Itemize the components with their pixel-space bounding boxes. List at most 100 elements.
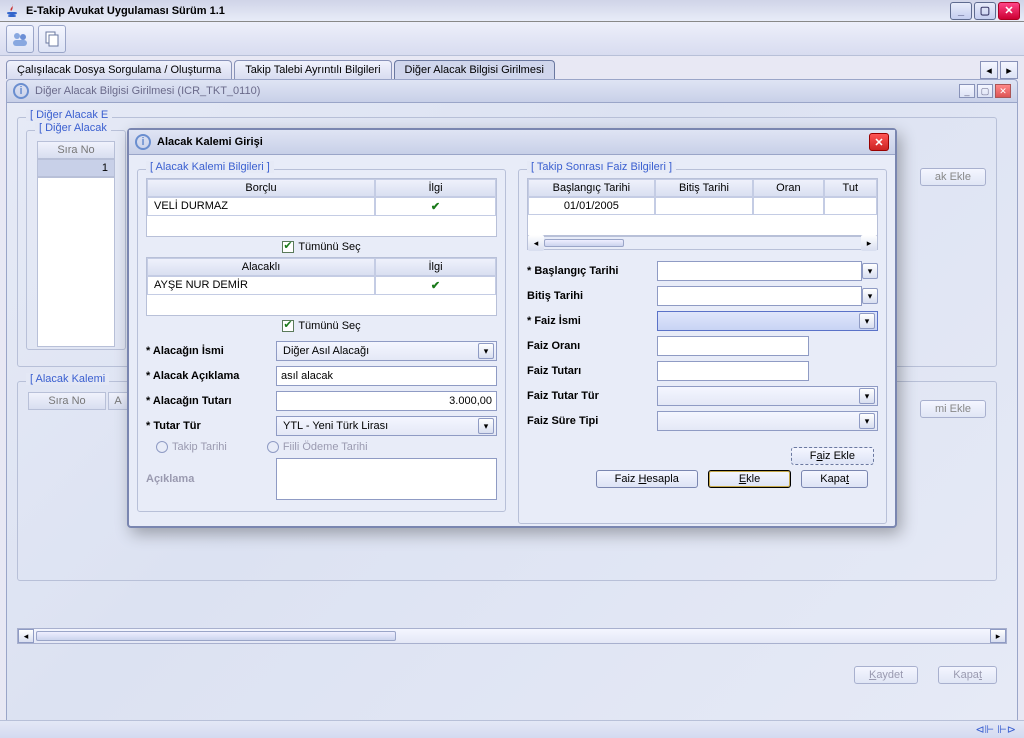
status-bar: ⊲⊩ ⊩⊳ <box>0 720 1024 738</box>
dialog-close-button[interactable]: ✕ <box>869 133 889 151</box>
scroll-thumb[interactable] <box>544 239 624 247</box>
footer-buttons: Kaydet Kapat <box>854 666 997 684</box>
tab-diger-alacak[interactable]: Diğer Alacak Bilgisi Girilmesi <box>394 60 555 79</box>
bitis-input[interactable] <box>657 286 862 306</box>
bg-col-sira: Sıra No <box>37 141 115 159</box>
ilgi-header-1: İlgi <box>375 179 496 197</box>
lbl-alacak-aciklama: * Alacak Açıklama <box>146 370 276 382</box>
lbl-baslangic: * Başlangıç Tarihi <box>527 265 657 277</box>
alacak-aciklama-input[interactable] <box>276 366 497 386</box>
lbl-bitis: Bitiş Tarihi <box>527 290 657 302</box>
chevron-down-icon: ▾ <box>478 418 494 434</box>
bg-ak-ekle-button[interactable]: ak Ekle <box>920 168 986 186</box>
faiz-table-scrollbar[interactable]: ◂ ▸ <box>527 236 878 250</box>
tutar-tur-combo[interactable]: YTL - Yeni Türk Lirası▾ <box>276 416 497 436</box>
tab-dosya-sorgulama[interactable]: Çalışılacak Dosya Sorgulama / Oluşturma <box>6 60 232 79</box>
baslangic-input[interactable] <box>657 261 862 281</box>
lbl-tutar-tur: * Tutar Tür <box>146 420 276 432</box>
window-titlebar: E-Takip Avukat Uygulaması Sürüm 1.1 _ ▢ … <box>0 0 1024 22</box>
tab-nav-next[interactable]: ▸ <box>1000 61 1018 79</box>
close-button[interactable]: ✕ <box>998 2 1020 20</box>
checkbox-icon <box>282 320 294 332</box>
alacagin-tutari-input[interactable] <box>276 391 497 411</box>
lbl-aciklama: Açıklama <box>146 473 276 485</box>
copy-icon <box>43 30 61 48</box>
lbl-faiz-tutari: Faiz Tutarı <box>527 365 657 377</box>
lbl-alacagin-tutari: * Alacağın Tutarı <box>146 395 276 407</box>
date-picker-icon[interactable]: ▾ <box>862 263 878 279</box>
faiz-ekle-button[interactable]: Faiz Ekle <box>791 447 874 465</box>
status-glyph: ⊲⊩ ⊩⊳ <box>975 723 1016 736</box>
bg-legend-2: [ Alacak Kalemi <box>26 373 109 385</box>
alacakli-ilgi-check[interactable]: ✔ <box>375 276 496 295</box>
lbl-faiz-ismi: * Faiz İsmi <box>527 315 657 327</box>
hdr-oran: Oran <box>753 179 823 197</box>
chevron-down-icon: ▾ <box>859 413 875 429</box>
scroll-left-icon[interactable]: ◂ <box>18 629 34 643</box>
dialog-left-column: [ Alacak Kalemi Bilgileri ] Borçlu İlgi … <box>137 163 506 518</box>
bg-horizontal-scrollbar[interactable]: ◂ ▸ <box>17 628 1007 644</box>
dialog-info-icon: i <box>135 134 151 150</box>
lbl-faiz-tutar-tur: Faiz Tutar Tür <box>527 390 657 402</box>
scroll-right-icon[interactable]: ▸ <box>990 629 1006 643</box>
scroll-thumb[interactable] <box>36 631 396 641</box>
scroll-right-icon[interactable]: ▸ <box>861 235 877 251</box>
footer-kaydet-button[interactable]: Kaydet <box>854 666 918 684</box>
faiz-orani-input[interactable] <box>657 336 809 356</box>
lbl-faiz-orani: Faiz Oranı <box>527 340 657 352</box>
faiz-row-tut <box>824 197 877 215</box>
info-icon: i <box>13 83 29 99</box>
borclu-header: Borçlu <box>147 179 375 197</box>
mdi-minimize[interactable]: _ <box>959 84 975 98</box>
chevron-down-icon: ▾ <box>859 313 875 329</box>
bg-col-a: A <box>108 392 128 410</box>
ekle-button[interactable]: Ekle <box>708 470 791 488</box>
tab-takip-talebi[interactable]: Takip Talebi Ayrıntılı Bilgileri <box>234 60 391 79</box>
alacak-kalemi-dialog: i Alacak Kalemi Girişi ✕ [ Alacak Kalemi… <box>127 128 897 528</box>
dialog-right-column: [ Takip Sonrası Faiz Bilgileri ] Başlang… <box>518 163 887 518</box>
mdi-maximize[interactable]: ▢ <box>977 84 993 98</box>
maximize-button[interactable]: ▢ <box>974 2 996 20</box>
faiz-sure-tipi-combo[interactable]: ▾ <box>657 411 878 431</box>
radio-fiili-odeme[interactable]: Fiili Ödeme Tarihi <box>267 441 368 453</box>
borclu-ilgi-check[interactable]: ✔ <box>375 197 496 216</box>
faiz-bilgileri-fieldset: [ Takip Sonrası Faiz Bilgileri ] Başlang… <box>518 169 887 524</box>
faiz-ismi-combo[interactable]: ▾ <box>657 311 878 331</box>
alacakli-table: Alacaklı İlgi AYŞE NUR DEMİR ✔ <box>146 257 497 316</box>
tumunu-sec-2[interactable]: Tümünü Seç <box>146 316 497 336</box>
faiz-tutari-input[interactable] <box>657 361 809 381</box>
bg-mi-ekle-button[interactable]: mi Ekle <box>920 400 986 418</box>
mdi-close[interactable]: ✕ <box>995 84 1011 98</box>
scroll-left-icon[interactable]: ◂ <box>528 235 544 251</box>
bg-row-sira: 1 <box>37 159 115 177</box>
kapat-button[interactable]: Kapat <box>801 470 868 488</box>
lbl-faiz-sure-tipi: Faiz Süre Tipi <box>527 415 657 427</box>
bg-ak-ekle-wrap: ak Ekle <box>920 168 986 186</box>
hdr-bitis: Bitiş Tarihi <box>655 179 754 197</box>
footer-kapat-button[interactable]: Kapat <box>938 666 997 684</box>
copy-tool-button[interactable] <box>38 25 66 53</box>
lbl-alacagin-ismi: * Alacağın İsmi <box>146 345 276 357</box>
chevron-down-icon: ▾ <box>478 343 494 359</box>
dialog-titlebar: i Alacak Kalemi Girişi ✕ <box>129 130 895 155</box>
window-title: E-Takip Avukat Uygulaması Sürüm 1.1 <box>26 5 950 17</box>
mdi-title: Diğer Alacak Bilgisi Girilmesi (ICR_TKT_… <box>35 85 260 97</box>
alacakli-header: Alacaklı <box>147 258 375 276</box>
tab-nav-prev[interactable]: ◂ <box>980 61 998 79</box>
bg-legend-1: [ Diğer Alacak E <box>26 109 112 121</box>
alacagin-ismi-combo[interactable]: Diğer Asıl Alacağı▾ <box>276 341 497 361</box>
faiz-table: Başlangıç Tarihi Bitiş Tarihi Oran Tut 0… <box>527 178 878 236</box>
aciklama-textarea[interactable] <box>276 458 497 500</box>
faiz-row-oran <box>753 197 823 215</box>
mdi-header: i Diğer Alacak Bilgisi Girilmesi (ICR_TK… <box>6 79 1018 103</box>
bg-inner-panel: [ Diğer Alacak Sıra No 1 <box>26 130 126 350</box>
radio-takip-tarihi[interactable]: Takip Tarihi <box>156 441 227 453</box>
date-picker-icon[interactable]: ▾ <box>862 288 878 304</box>
tumunu-sec-1[interactable]: Tümünü Seç <box>146 237 497 257</box>
faiz-tutar-tur-combo[interactable]: ▾ <box>657 386 878 406</box>
faiz-hesapla-button[interactable]: Faiz Hesapla <box>596 470 698 488</box>
main-tabs: Çalışılacak Dosya Sorgulama / Oluşturma … <box>0 56 1024 79</box>
minimize-button[interactable]: _ <box>950 2 972 20</box>
ilgi-header-2: İlgi <box>375 258 496 276</box>
users-tool-button[interactable] <box>6 25 34 53</box>
